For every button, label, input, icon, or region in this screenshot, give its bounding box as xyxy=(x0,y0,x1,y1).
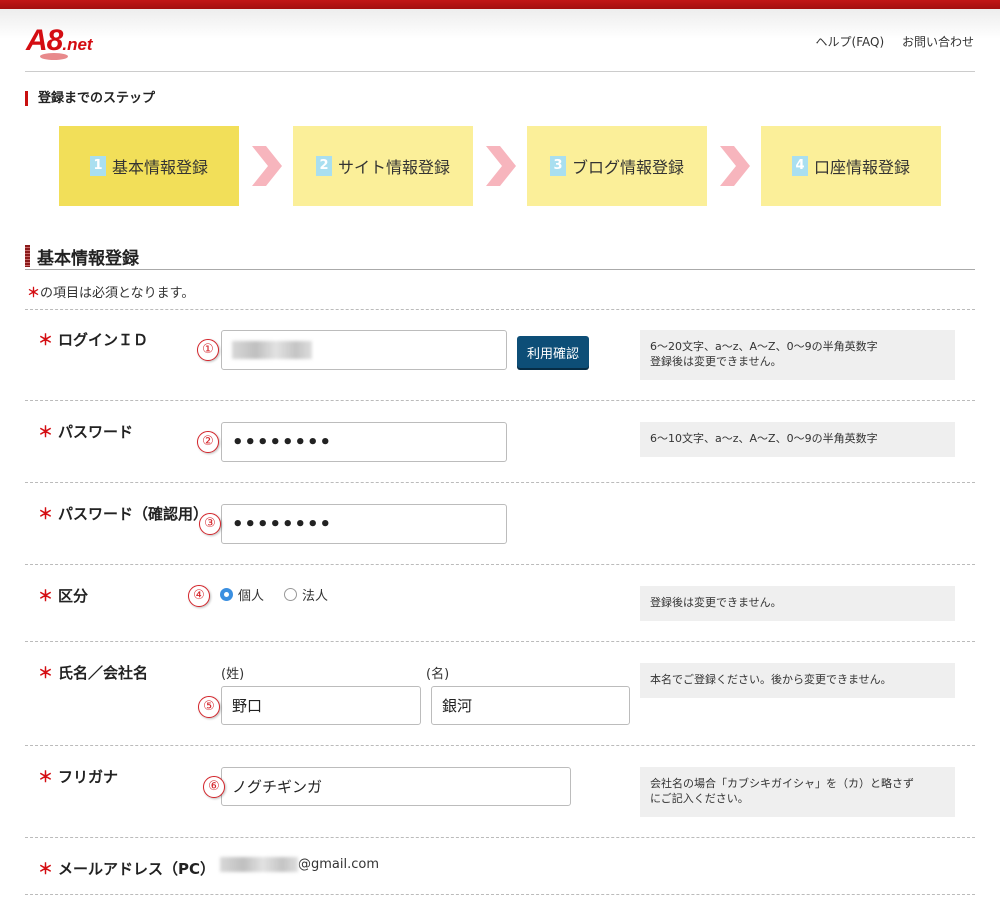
name-label: ＊氏名／会社名 xyxy=(38,662,148,683)
required-mark: ＊ xyxy=(38,331,54,349)
hint-line: 6～20文字、a～z、A～Z、0～9の半角英数字 xyxy=(650,340,878,353)
furigana-label-text: フリガナ xyxy=(58,768,119,786)
hint-line: 会社名の場合「カブシキガイシャ」を（カ）と略さず xyxy=(650,777,914,790)
step-4-account-info: 4 口座情報登録 xyxy=(761,126,941,206)
name-label-text: 氏名／会社名 xyxy=(58,664,149,682)
email-domain: @gmail.com xyxy=(298,857,380,872)
redacted-value xyxy=(220,857,298,872)
header-divider xyxy=(25,71,975,72)
surname-sublabel: (姓) xyxy=(221,667,245,682)
row-divider xyxy=(25,482,975,483)
row-divider xyxy=(25,641,975,642)
steps-heading: 登録までのステップ xyxy=(25,91,155,106)
logo-text-main: A8 xyxy=(26,24,63,57)
password-input[interactable]: •••••••• xyxy=(221,422,507,462)
required-mark: ＊ xyxy=(38,587,54,605)
required-mark: ＊ xyxy=(38,768,54,786)
row-divider xyxy=(25,745,975,746)
check-availability-button[interactable]: 利用確認 xyxy=(517,336,589,368)
required-note: ＊の項目は必須となります。 xyxy=(27,282,194,301)
hint-line: 登録後は変更できません。 xyxy=(650,355,782,368)
radio-label: 法人 xyxy=(302,589,329,604)
email-label: ＊メールアドレス（PC） xyxy=(38,858,215,879)
radio-selected-icon xyxy=(220,588,233,601)
row-divider xyxy=(25,400,975,401)
step-number-badge: ③ xyxy=(199,513,221,535)
row-divider xyxy=(25,564,975,565)
given-name-input[interactable]: 銀河 xyxy=(431,686,630,725)
step-number-badge: ① xyxy=(197,339,219,361)
login-id-input[interactable] xyxy=(221,330,507,370)
section-title: 基本情報登録 xyxy=(25,244,139,270)
step-arrow-icon xyxy=(486,146,516,186)
required-mark: ＊ xyxy=(38,505,54,523)
step-label: ブログ情報登録 xyxy=(571,158,684,177)
step-number: 2 xyxy=(315,156,332,176)
name-hint: 本名でご登録ください。後から変更できません。 xyxy=(640,663,955,698)
step-label: サイト情報登録 xyxy=(337,158,450,177)
login-id-hint: 6～20文字、a～z、A～Z、0～9の半角英数字 登録後は変更できません。 xyxy=(640,330,955,380)
password-confirm-label: ＊パスワード（確認用） xyxy=(38,503,208,524)
step-label: 口座情報登録 xyxy=(813,158,910,177)
logo-text-suffix: .net xyxy=(62,35,93,54)
help-faq-link[interactable]: ヘルプ(FAQ) xyxy=(816,35,885,49)
step-2-site-info: 2 サイト情報登録 xyxy=(293,126,473,206)
password-confirm-input[interactable]: •••••••• xyxy=(221,504,507,544)
row-divider xyxy=(25,894,975,895)
radio-individual[interactable]: 個人 xyxy=(220,585,264,604)
email-value: @gmail.com xyxy=(220,857,379,872)
step-1-basic-info: 1 基本情報登録 xyxy=(59,126,239,206)
step-number: 1 xyxy=(89,156,106,176)
category-hint: 登録後は変更できません。 xyxy=(640,586,955,621)
top-accent-bar xyxy=(0,0,1000,9)
radio-label: 個人 xyxy=(238,589,265,604)
radio-unselected-icon xyxy=(284,588,298,601)
step-number: 3 xyxy=(549,156,566,176)
category-label: ＊区分 xyxy=(38,585,88,606)
hint-line: にご記入ください。 xyxy=(650,792,749,805)
furigana-hint: 会社名の場合「カブシキガイシャ」を（カ）と略さず にご記入ください。 xyxy=(640,767,955,817)
login-id-label-text: ログインＩＤ xyxy=(58,331,149,349)
header-links: ヘルプ(FAQ) お問い合わせ xyxy=(802,33,974,50)
redacted-value xyxy=(232,341,312,359)
furigana-label: ＊フリガナ xyxy=(38,766,118,787)
password-hint: 6～10文字、a～z、A～Z、0～9の半角英数字 xyxy=(640,422,955,457)
logo-swoosh-icon xyxy=(40,53,68,60)
required-mark: ＊ xyxy=(38,664,54,682)
required-mark: ＊ xyxy=(38,860,54,878)
step-number-badge: ⑤ xyxy=(198,696,220,718)
contact-link[interactable]: お問い合わせ xyxy=(902,35,974,49)
step-number-badge: ② xyxy=(197,431,219,453)
category-label-text: 区分 xyxy=(58,587,89,605)
password-label-text: パスワード xyxy=(58,423,134,441)
step-number-badge: ⑥ xyxy=(203,776,225,798)
row-divider xyxy=(25,309,975,310)
row-divider xyxy=(25,837,975,838)
step-number: 4 xyxy=(791,156,808,176)
furigana-input[interactable]: ノグチギンガ xyxy=(221,767,571,806)
surname-input[interactable]: 野口 xyxy=(221,686,421,725)
password-confirm-label-text: パスワード（確認用） xyxy=(58,505,209,523)
section-divider xyxy=(25,269,975,270)
step-arrow-icon xyxy=(720,146,750,186)
required-mark: ＊ xyxy=(27,286,41,301)
given-name-sublabel: (名) xyxy=(426,667,450,682)
password-label: ＊パスワード xyxy=(38,421,133,442)
category-radio-group: 個人 法人 xyxy=(220,585,348,604)
step-label: 基本情報登録 xyxy=(111,158,208,177)
step-3-blog-info: 3 ブログ情報登録 xyxy=(527,126,707,206)
step-number-badge: ④ xyxy=(188,585,210,607)
step-arrow-icon xyxy=(252,146,282,186)
required-note-text: の項目は必須となります。 xyxy=(40,286,195,301)
login-id-label: ＊ログインＩＤ xyxy=(38,329,148,350)
email-label-text: メールアドレス（PC） xyxy=(58,860,216,878)
radio-corporate[interactable]: 法人 xyxy=(284,585,328,604)
required-mark: ＊ xyxy=(38,423,54,441)
